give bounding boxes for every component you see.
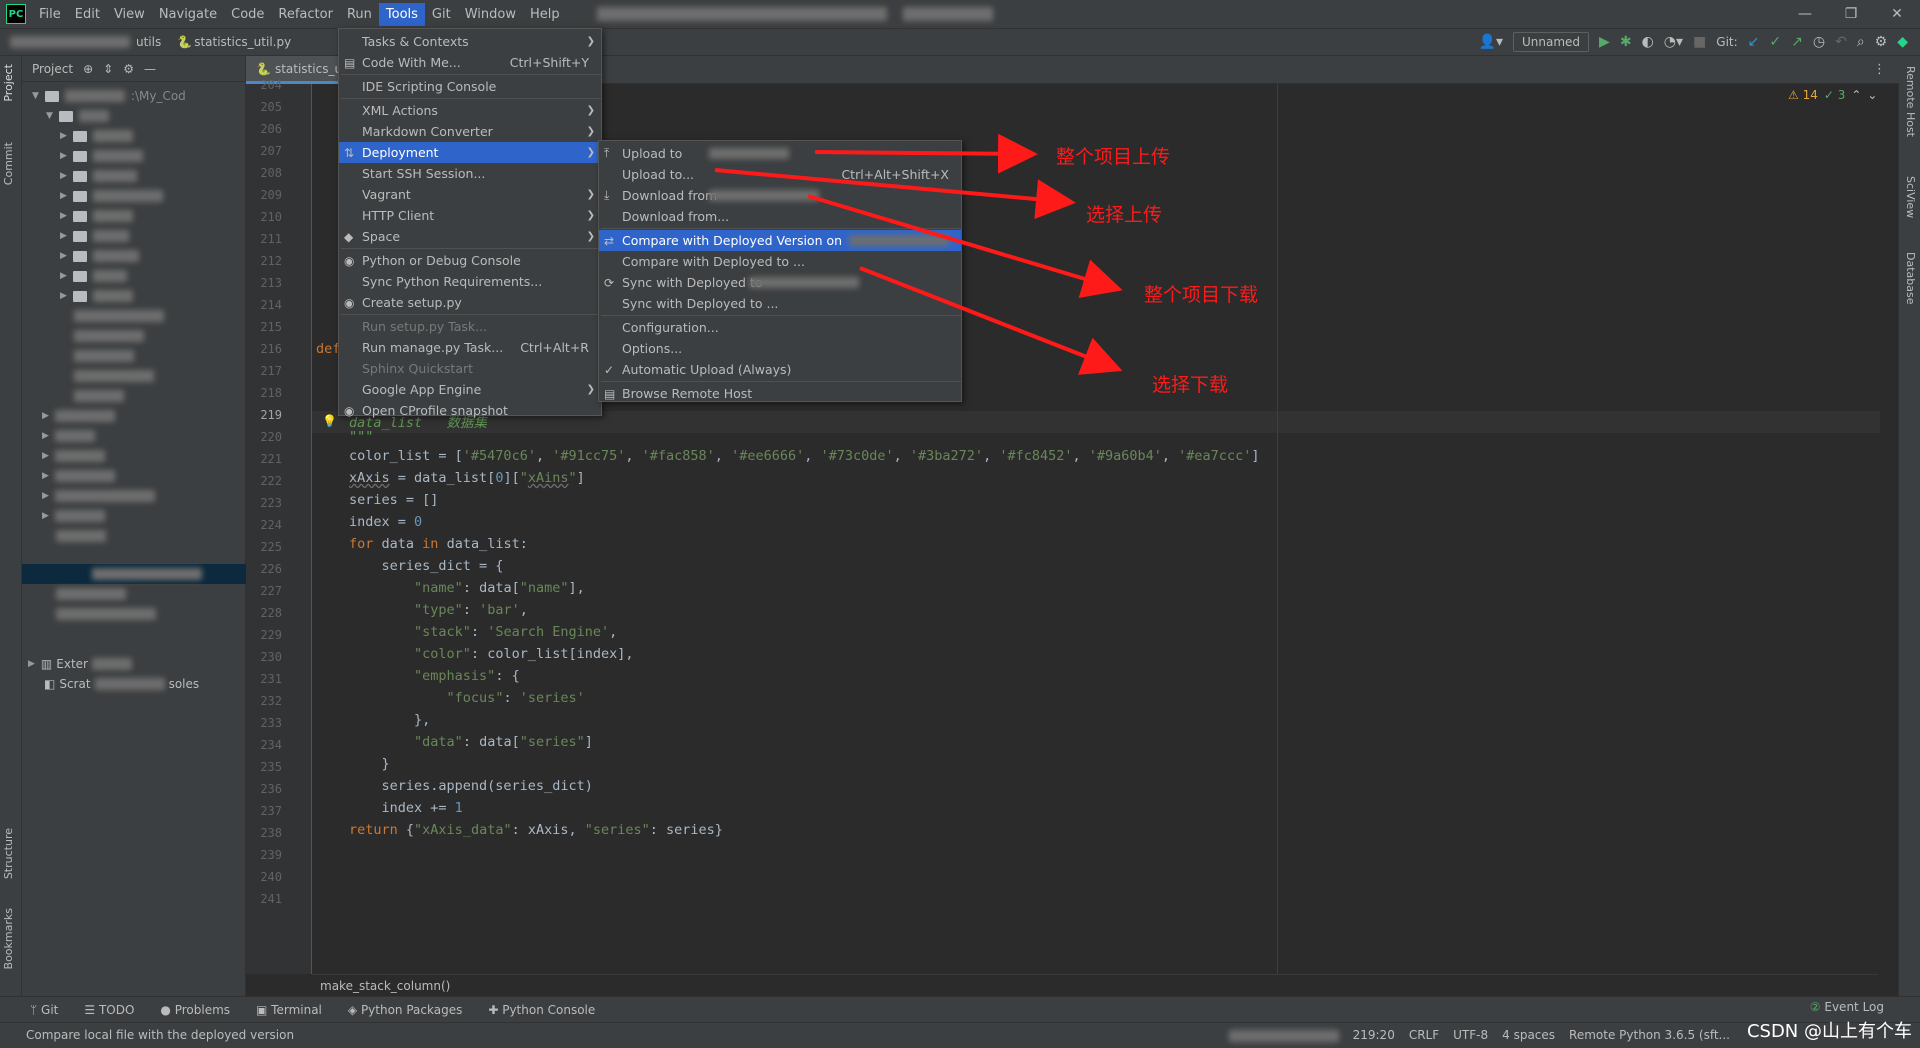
arrow-upload-all [814,133,1038,174]
note-upload-all: 整个项目上传 [1056,146,1171,168]
note-download-all: 整个项目下载 [1144,284,1259,306]
note-upload-select: 选择上传 [1086,204,1163,226]
arrow-download-all [807,194,1123,298]
arrow-upload-select [714,168,1076,220]
note-download-select: 选择下载 [1152,374,1229,396]
arrow-download-select [859,266,1123,375]
annotation-arrows [714,133,1123,375]
